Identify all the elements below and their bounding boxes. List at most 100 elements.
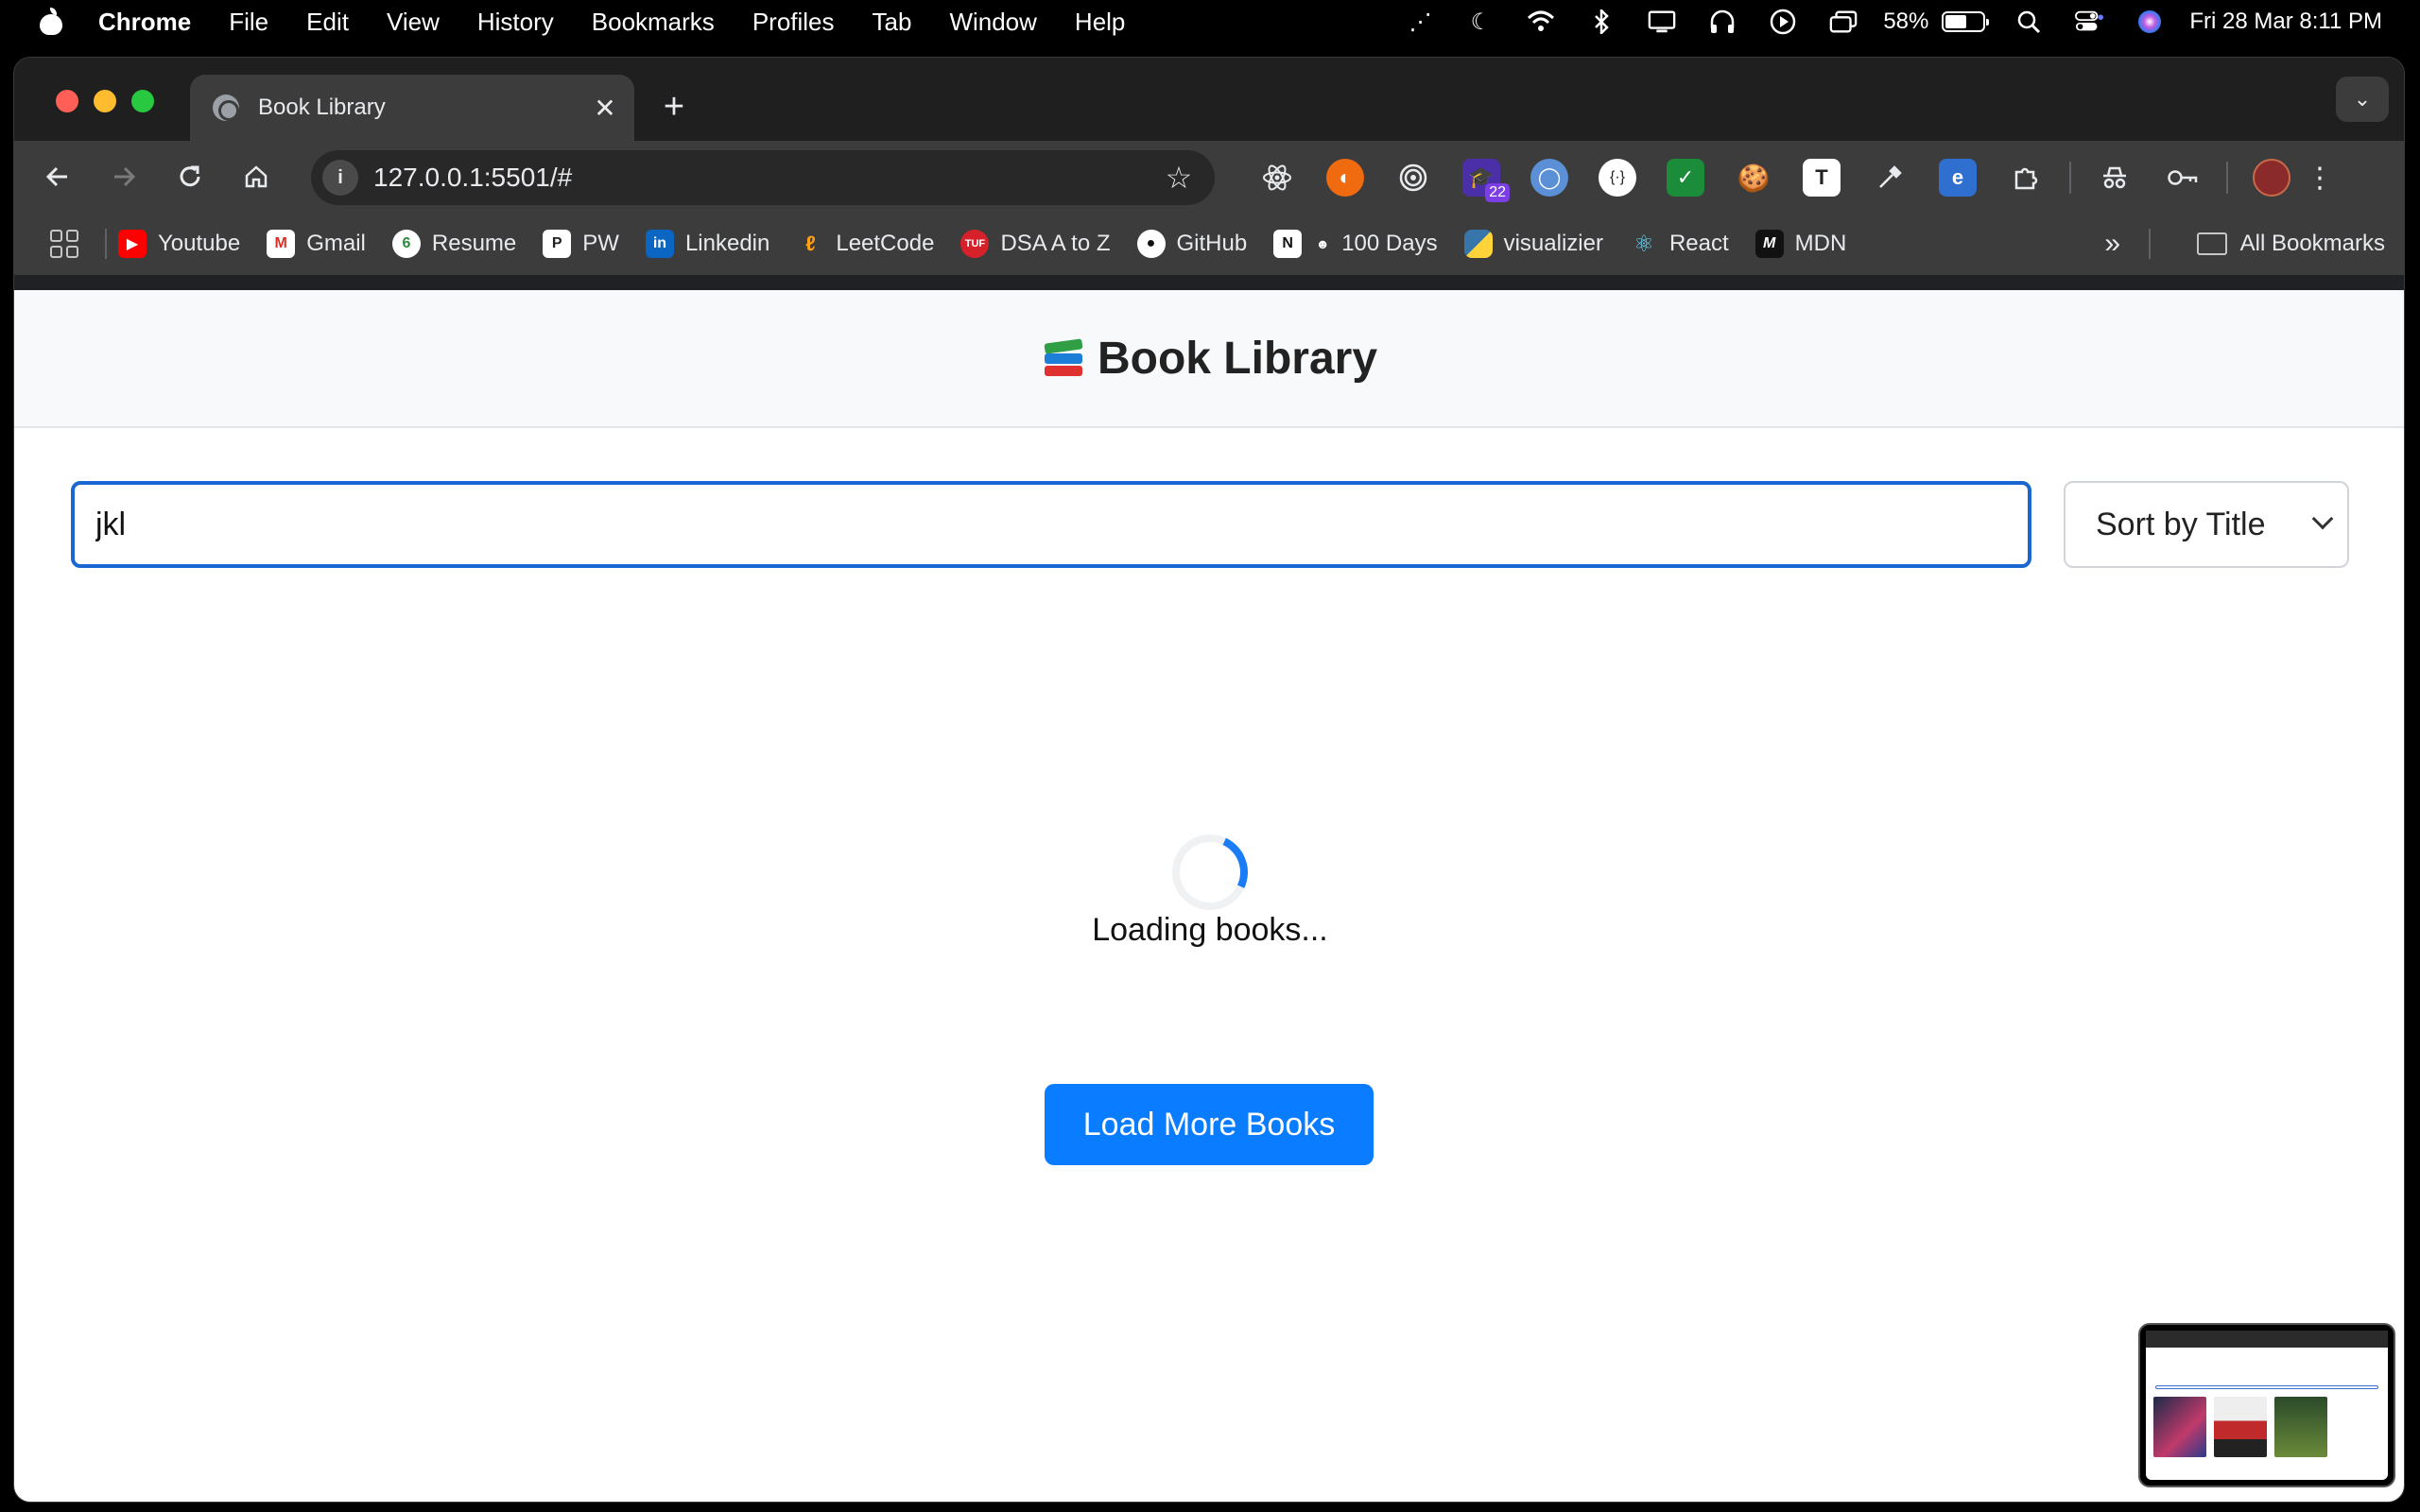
bookmark-dsa[interactable]: TUF DSA A to Z xyxy=(960,230,1111,258)
emoji-icon: ☻ xyxy=(1315,236,1330,251)
tab-search-button[interactable]: ⌄ xyxy=(2336,77,2389,122)
spotlight-search-icon[interactable] xyxy=(2014,9,2043,34)
json-extension-icon[interactable]: {·} xyxy=(1599,159,1636,197)
browser-window: Book Library ✕ + ⌄ i 127.0.0.1:5501/# ☆ … xyxy=(13,57,2405,1503)
bookmark-youtube[interactable]: ▶ Youtube xyxy=(118,230,240,258)
menu-view[interactable]: View xyxy=(387,8,440,37)
bookmark-linkedin[interactable]: in Linkedin xyxy=(645,230,770,258)
menu-history[interactable]: History xyxy=(477,8,554,37)
sort-select[interactable]: Sort by Title xyxy=(2064,481,2349,568)
play-circle-icon[interactable] xyxy=(1769,9,1797,35)
orange-extension-icon[interactable]: ◐ xyxy=(1326,159,1364,197)
zoom-window-button[interactable] xyxy=(131,90,154,112)
minimize-window-button[interactable] xyxy=(94,90,116,112)
bookmark-label: 100 Days xyxy=(1341,231,1438,256)
bookmark-pw[interactable]: P PW xyxy=(543,230,619,258)
menu-bookmarks[interactable]: Bookmarks xyxy=(592,8,715,37)
home-button[interactable] xyxy=(233,154,279,199)
battery-icon[interactable] xyxy=(1942,11,1990,32)
loading-indicator: Loading books... xyxy=(14,823,2404,949)
toolbar-separator xyxy=(2069,162,2071,194)
bookmarks-separator xyxy=(105,229,107,259)
graduation-cap-icon[interactable]: 🎓 22 xyxy=(1462,159,1510,202)
apps-grid-icon[interactable] xyxy=(50,230,78,258)
search-input[interactable] xyxy=(71,481,2031,568)
menu-help[interactable]: Help xyxy=(1075,8,1125,37)
menu-profiles[interactable]: Profiles xyxy=(752,8,835,37)
tab-strip: Book Library ✕ + ⌄ xyxy=(14,58,2404,141)
active-tab[interactable]: Book Library ✕ xyxy=(190,75,634,141)
bookmark-label: PW xyxy=(582,231,619,256)
bookmark-visualizier[interactable]: visualizier xyxy=(1463,230,1603,258)
all-bookmarks-label: All Bookmarks xyxy=(2239,231,2385,256)
cookie-icon[interactable]: 🍪 xyxy=(1735,159,1772,197)
menu-edit[interactable]: Edit xyxy=(306,8,349,37)
screens-icon[interactable] xyxy=(1829,9,1858,34)
puzzle-extensions-icon[interactable] xyxy=(2007,159,2045,197)
controls-row: Sort by Title xyxy=(71,481,2349,568)
menu-tab[interactable]: Tab xyxy=(873,8,912,37)
address-url[interactable]: 127.0.0.1:5501/# xyxy=(373,163,1160,193)
page-header: Book Library xyxy=(14,290,2404,428)
address-bar[interactable]: i 127.0.0.1:5501/# ☆ xyxy=(311,150,1215,205)
load-more-button[interactable]: Load More Books xyxy=(1045,1084,1374,1165)
leetcode-icon: ℓ xyxy=(804,232,816,255)
bluetooth-icon[interactable] xyxy=(1587,9,1616,34)
tab-title: Book Library xyxy=(258,94,386,120)
chrome-menu-icon[interactable]: ⋮ xyxy=(2306,159,2334,197)
e-extension-icon[interactable]: e xyxy=(1939,159,1977,197)
site-info-icon[interactable]: i xyxy=(322,160,358,196)
bookmark-react[interactable]: ⚛ React xyxy=(1630,230,1728,258)
display-icon[interactable] xyxy=(1648,9,1676,34)
react-devtools-icon[interactable] xyxy=(1258,159,1296,197)
text-extension-icon[interactable]: T xyxy=(1803,159,1841,197)
bookmark-star-icon[interactable]: ☆ xyxy=(1160,160,1198,196)
menu-app-name[interactable]: Chrome xyxy=(98,8,191,37)
web-page: Book Library Sort by Title Loading books… xyxy=(14,290,2404,1502)
menu-window[interactable]: Window xyxy=(949,8,1036,37)
apple-icon[interactable] xyxy=(40,8,62,35)
bookmark-100-days[interactable]: N ☻ 100 Days xyxy=(1273,230,1438,258)
headphones-icon[interactable] xyxy=(1708,9,1737,34)
back-button[interactable] xyxy=(35,154,80,199)
new-tab-button[interactable]: + xyxy=(653,86,695,128)
bookmark-leetcode[interactable]: ℓ LeetCode xyxy=(796,230,934,258)
screenshot-thumbnail[interactable] xyxy=(2138,1323,2395,1487)
more-bookmarks-chevron-icon[interactable]: » xyxy=(2104,228,2120,260)
extensions-row: ◐ 🎓 22 ◯ {·} ✓ 🍪 T e ⋮ xyxy=(1243,154,2334,202)
page-title: Book Library xyxy=(1043,333,1377,385)
loading-text: Loading books... xyxy=(1092,912,1328,948)
chevron-down-icon xyxy=(2311,507,2334,530)
menubar-clock[interactable]: Fri 28 Mar 8:11 PM xyxy=(2189,9,2382,35)
bookmark-github[interactable]: ● GitHub xyxy=(1136,230,1247,258)
moon-icon[interactable]: ☾ xyxy=(1466,9,1495,35)
react-icon: ⚛ xyxy=(1634,231,1654,257)
bookmarks-separator xyxy=(2149,229,2151,259)
incognito-icon[interactable] xyxy=(2096,159,2134,197)
battery-percent: 58% xyxy=(1883,9,1929,34)
youtube-icon: ▶ xyxy=(118,230,147,258)
activity-icon[interactable]: ⋰ xyxy=(1406,9,1434,35)
control-center-icon[interactable] xyxy=(2075,9,2104,34)
bookmark-resume[interactable]: 6 Resume xyxy=(391,230,516,258)
browser-toolbar: i 127.0.0.1:5501/# ☆ ◐ 🎓 22 ◯ {·} ✓ 🍪 T e xyxy=(14,141,2404,213)
all-bookmarks-button[interactable]: All Bookmarks xyxy=(2196,231,2385,257)
bookmark-gmail[interactable]: M Gmail xyxy=(267,230,366,258)
globe-icon xyxy=(213,94,239,121)
checkmark-extension-icon[interactable]: ✓ xyxy=(1667,159,1704,197)
close-window-button[interactable] xyxy=(56,90,78,112)
forward-button[interactable] xyxy=(101,154,147,199)
siri-icon[interactable] xyxy=(2135,9,2164,34)
profile-avatar[interactable] xyxy=(2253,159,2290,197)
bookmark-label: Gmail xyxy=(306,231,366,256)
password-key-icon[interactable] xyxy=(2164,159,2202,197)
eyedropper-icon[interactable] xyxy=(1871,159,1909,197)
reload-button[interactable] xyxy=(167,154,213,199)
bookmark-label: Linkedin xyxy=(684,231,770,256)
menu-file[interactable]: File xyxy=(229,8,268,37)
bookmark-mdn[interactable]: M MDN xyxy=(1754,230,1846,258)
target-extension-icon[interactable] xyxy=(1394,159,1432,197)
wifi-icon[interactable] xyxy=(1527,9,1555,34)
tab-close-icon[interactable]: ✕ xyxy=(589,92,621,124)
ring-extension-icon[interactable]: ◯ xyxy=(1530,159,1568,197)
